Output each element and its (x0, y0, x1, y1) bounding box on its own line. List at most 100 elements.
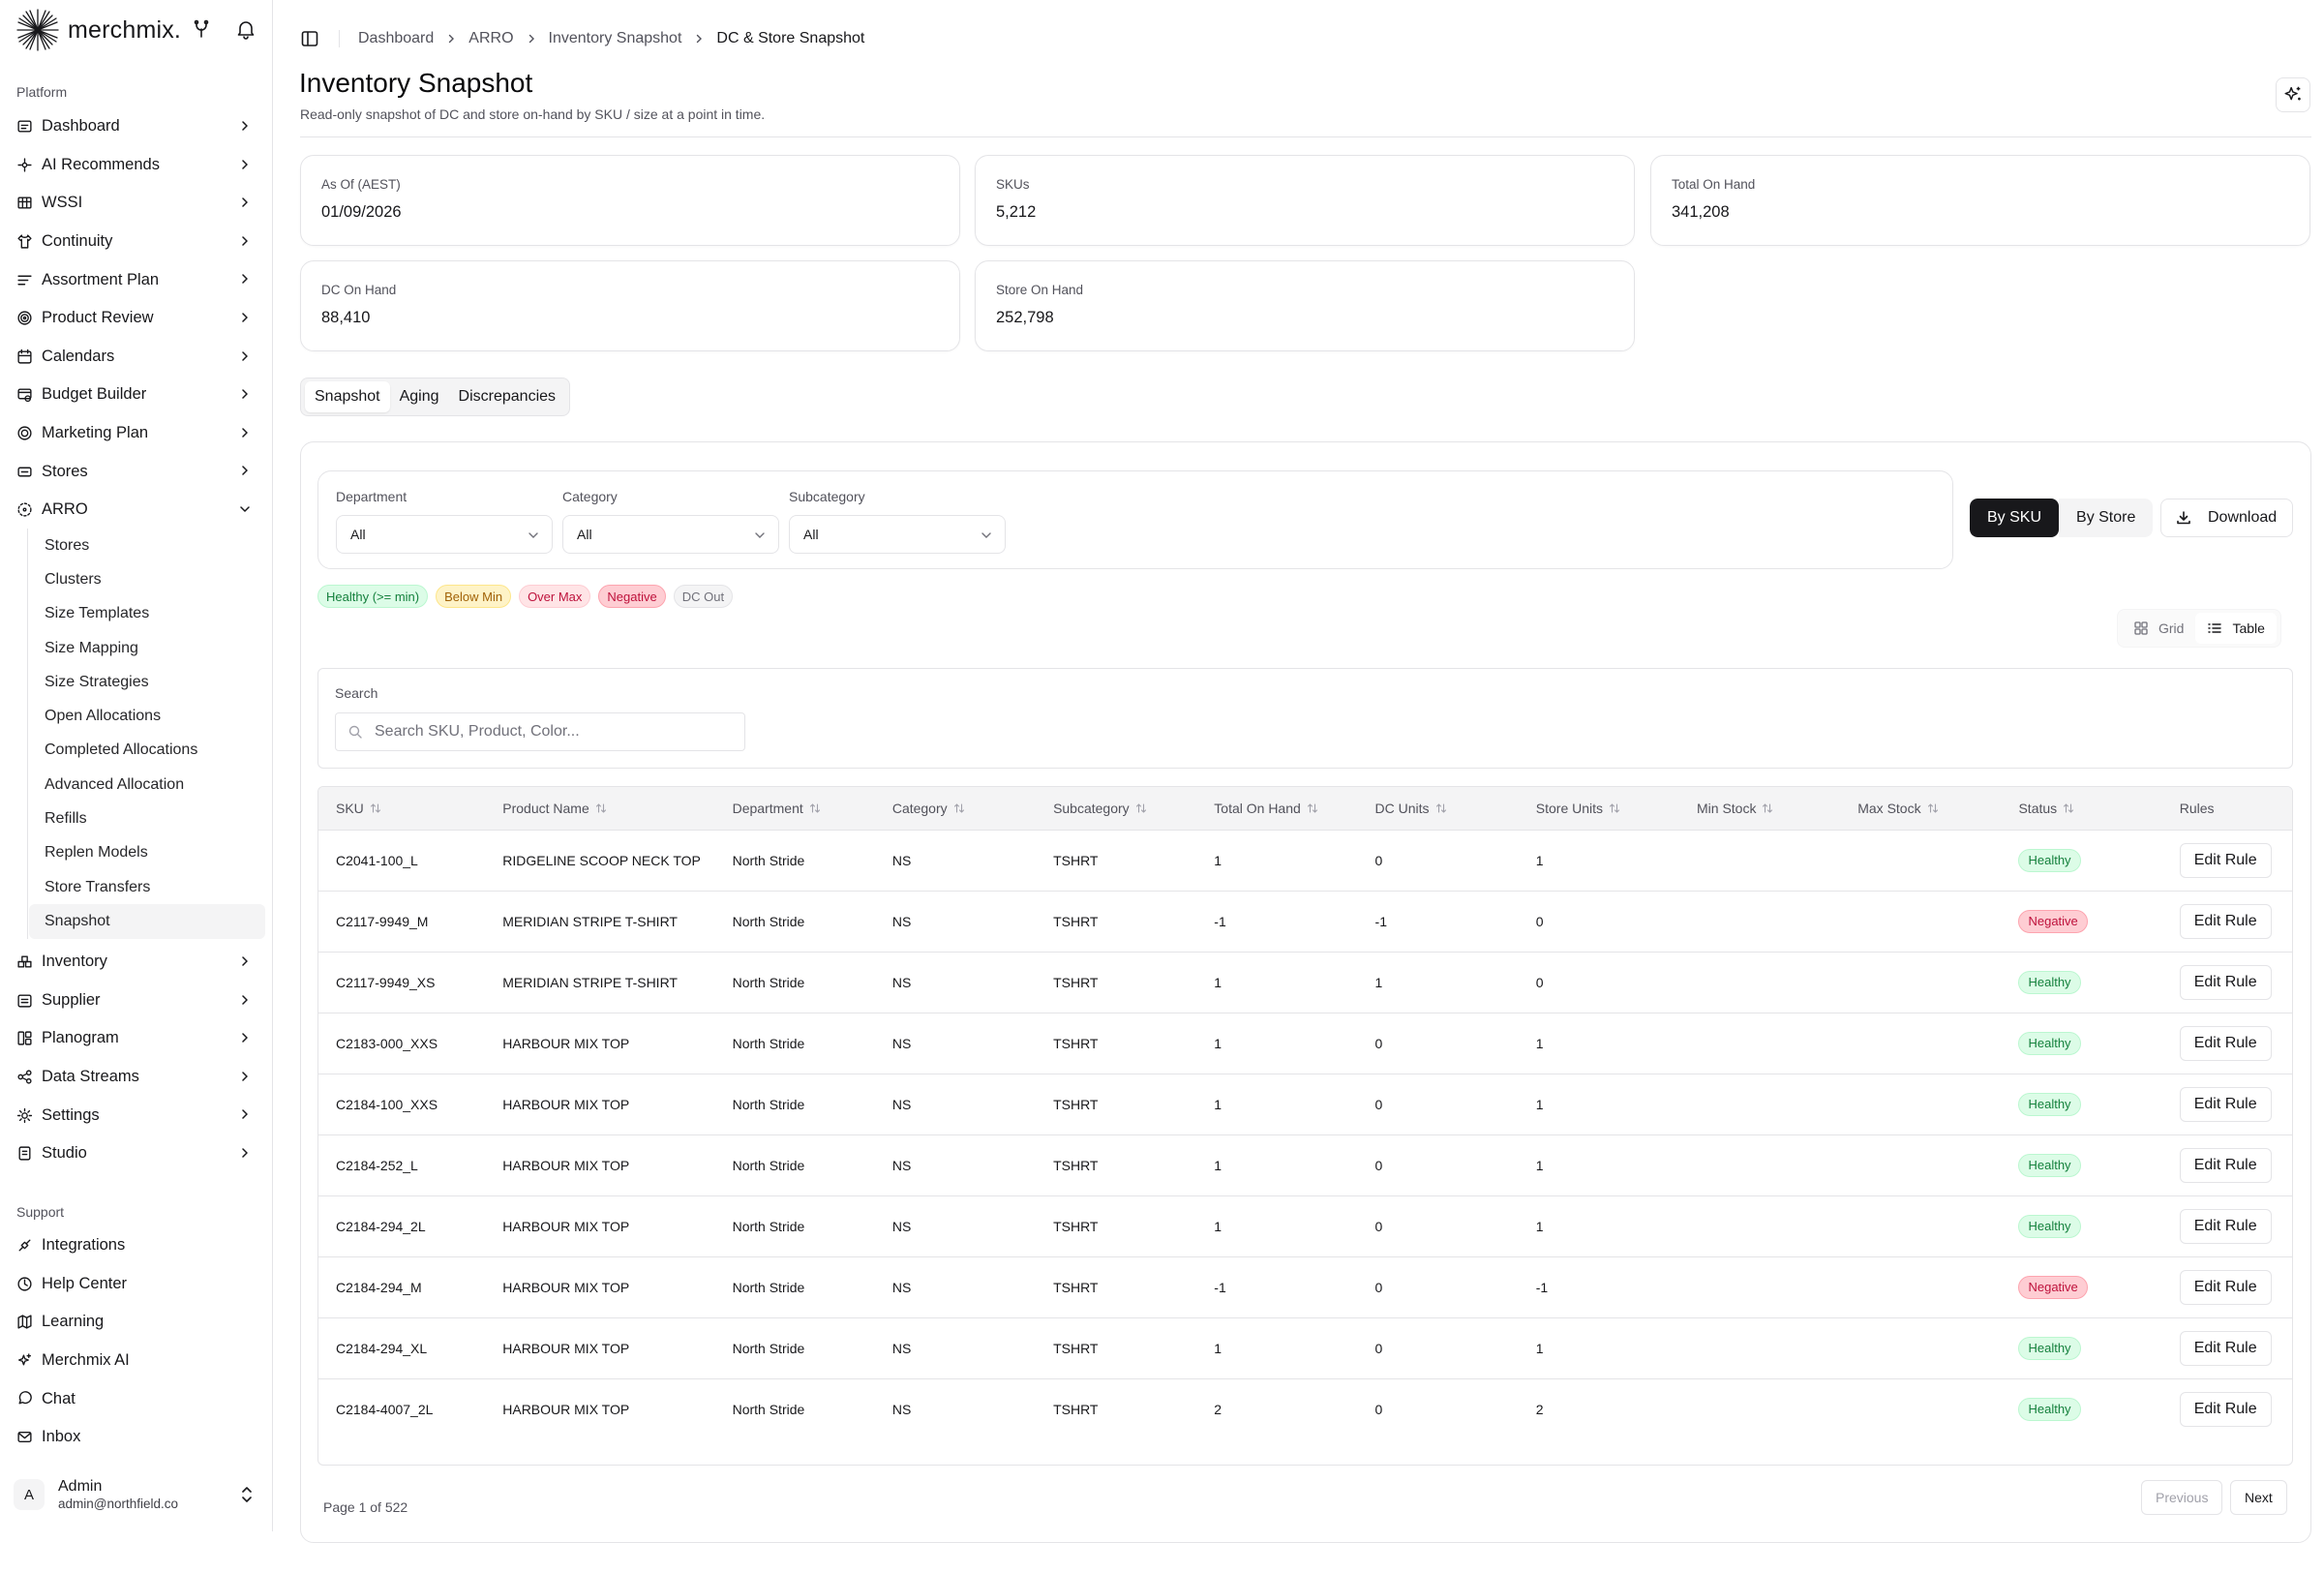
column-header-subcategory[interactable]: Subcategory (1036, 787, 1197, 831)
download-button[interactable]: Download (2160, 499, 2293, 537)
sidebar-item-arro[interactable]: ARRO (12, 491, 261, 529)
column-header-max-stock[interactable]: Max Stock (1840, 787, 2002, 831)
column-header-department[interactable]: Department (714, 787, 875, 831)
sidebar-item-assortment-plan[interactable]: Assortment Plan (12, 260, 261, 299)
edit-rule-button[interactable]: Edit Rule (2179, 1208, 2272, 1244)
department-select[interactable]: All (336, 515, 553, 554)
sidebar-item-help-center[interactable]: Help Center (12, 1265, 261, 1304)
arro-sub-item-size-strategies[interactable]: Size Strategies (29, 665, 265, 699)
sidebar-item-product-review[interactable]: Product Review (12, 299, 261, 338)
next-page-button[interactable]: Next (2230, 1480, 2287, 1515)
sidebar-item-stores[interactable]: Stores (12, 452, 261, 491)
tab-discrepancies[interactable]: Discrepancies (449, 381, 565, 412)
sidebar-item-ai-recommends[interactable]: AI Recommends (12, 146, 261, 185)
arro-sub-item-size-mapping[interactable]: Size Mapping (29, 631, 265, 665)
sort-icon[interactable] (370, 802, 381, 813)
list-icon (2207, 620, 2222, 636)
sidebar-item-inbox[interactable]: Inbox (12, 1418, 261, 1457)
edit-rule-button[interactable]: Edit Rule (2179, 1269, 2272, 1305)
column-header-min-stock[interactable]: Min Stock (1679, 787, 1841, 831)
search-input[interactable] (335, 712, 745, 751)
arro-sub-item-refills[interactable]: Refills (29, 802, 265, 835)
by-sku-button[interactable]: By SKU (1970, 499, 2060, 537)
breadcrumb-item-dashboard[interactable]: Dashboard (358, 30, 434, 47)
arro-sub-item-advanced-allocation[interactable]: Advanced Allocation (29, 768, 265, 802)
sidebar-item-budget-builder[interactable]: Budget Builder (12, 376, 261, 414)
sidebar-item-merchmix-ai[interactable]: Merchmix AI (12, 1342, 261, 1380)
sidebar-item-calendars[interactable]: Calendars (12, 338, 261, 377)
arro-subnav: Stores Clusters Size Templates Size Mapping… (27, 529, 265, 939)
previous-page-button[interactable]: Previous (2141, 1480, 2223, 1515)
sidebar-item-chat[interactable]: Chat (12, 1379, 261, 1418)
sidebar-item-data-streams[interactable]: Data Streams (12, 1058, 261, 1097)
arro-sub-item-snapshot[interactable]: Snapshot (29, 904, 265, 939)
ai-assist-button[interactable] (2276, 77, 2310, 112)
sidebar-item-marketing-plan[interactable]: Marketing Plan (12, 414, 261, 453)
subcategory-cell: TSHRT (1036, 891, 1197, 953)
stat-value: 341,208 (1672, 203, 1730, 221)
arro-sub-item-open-allocations[interactable]: Open Allocations (29, 699, 265, 733)
arro-sub-item-stores[interactable]: Stores (29, 529, 265, 562)
edit-rule-button[interactable]: Edit Rule (2179, 1025, 2272, 1061)
sort-icon[interactable] (1927, 802, 1939, 813)
sidebar-item-wssi[interactable]: WSSI (12, 184, 261, 223)
sidebar-item-settings[interactable]: Settings (12, 1096, 261, 1134)
brand[interactable]: merchmix. (15, 8, 181, 52)
arro-sub-item-replen-models[interactable]: Replen Models (29, 836, 265, 870)
edit-rule-button[interactable]: Edit Rule (2179, 1086, 2272, 1122)
table-view-button[interactable]: Table (2195, 613, 2277, 644)
column-header-total-on-hand[interactable]: Total On Hand (1196, 787, 1358, 831)
arro-sub-item-size-templates[interactable]: Size Templates (29, 597, 265, 631)
sort-icon[interactable] (953, 802, 965, 813)
grid-view-button[interactable]: Grid (2122, 613, 2195, 644)
column-header-product-name[interactable]: Product Name (485, 787, 715, 831)
bell-icon[interactable] (234, 17, 257, 41)
category-cell: NS (874, 1195, 1037, 1257)
edit-rule-button[interactable]: Edit Rule (2179, 903, 2272, 939)
breadcrumb-item-arro[interactable]: ARRO (468, 30, 513, 47)
subcategory-label: Subcategory (789, 489, 865, 504)
arro-sub-item-clusters[interactable]: Clusters (29, 562, 265, 596)
column-header-store-units[interactable]: Store Units (1518, 787, 1679, 831)
chevron-right-icon (238, 158, 252, 171)
shirt-icon (16, 233, 33, 250)
breadcrumb-item-inventory-snapshot[interactable]: Inventory Snapshot (549, 30, 682, 47)
sort-icon[interactable] (2063, 802, 2074, 813)
sidebar-item-inventory[interactable]: Inventory (12, 943, 261, 982)
sidebar-item-dashboard[interactable]: Dashboard (12, 107, 261, 146)
support-section-label: Support (16, 1204, 65, 1220)
sidebar-item-studio[interactable]: Studio (12, 1134, 261, 1173)
user-menu[interactable]: A Admin admin@northfield.co (14, 1471, 261, 1518)
sort-icon[interactable] (809, 802, 821, 813)
sort-icon[interactable] (1135, 802, 1147, 813)
branch-icon[interactable] (190, 17, 213, 41)
sidebar-toggle-icon[interactable] (300, 29, 319, 48)
arro-sub-item-store-transfers[interactable]: Store Transfers (29, 870, 265, 904)
sidebar-item-integrations[interactable]: Integrations (12, 1226, 261, 1265)
sort-icon[interactable] (1609, 802, 1620, 813)
sidebar-item-learning[interactable]: Learning (12, 1303, 261, 1342)
by-store-button[interactable]: By Store (2059, 499, 2154, 537)
category-select[interactable]: All (562, 515, 779, 554)
column-header-dc-units[interactable]: DC Units (1357, 787, 1519, 831)
sidebar-item-supplier[interactable]: Supplier (12, 982, 261, 1020)
edit-rule-button[interactable]: Edit Rule (2179, 1391, 2272, 1427)
column-header-category[interactable]: Category (874, 787, 1037, 831)
sidebar-item-continuity[interactable]: Continuity (12, 223, 261, 261)
sort-icon[interactable] (1435, 802, 1447, 813)
sort-icon[interactable] (1762, 802, 1773, 813)
sort-icon[interactable] (595, 802, 607, 813)
edit-rule-button[interactable]: Edit Rule (2179, 842, 2272, 878)
edit-rule-button[interactable]: Edit Rule (2179, 1330, 2272, 1366)
sidebar-item-planogram[interactable]: Planogram (12, 1019, 261, 1058)
arro-sub-item-completed-allocations[interactable]: Completed Allocations (29, 734, 265, 768)
column-header-status[interactable]: Status (2001, 787, 2162, 831)
tab-aging[interactable]: Aging (390, 381, 449, 412)
subcategory-select[interactable]: All (789, 515, 1006, 554)
edit-rule-button[interactable]: Edit Rule (2179, 1147, 2272, 1183)
column-header-sku[interactable]: SKU (318, 787, 486, 831)
tab-snapshot[interactable]: Snapshot (305, 381, 390, 412)
edit-rule-button[interactable]: Edit Rule (2179, 964, 2272, 1000)
product-name-cell: HARBOUR MIX TOP (502, 1401, 630, 1417)
sort-icon[interactable] (1307, 802, 1318, 813)
